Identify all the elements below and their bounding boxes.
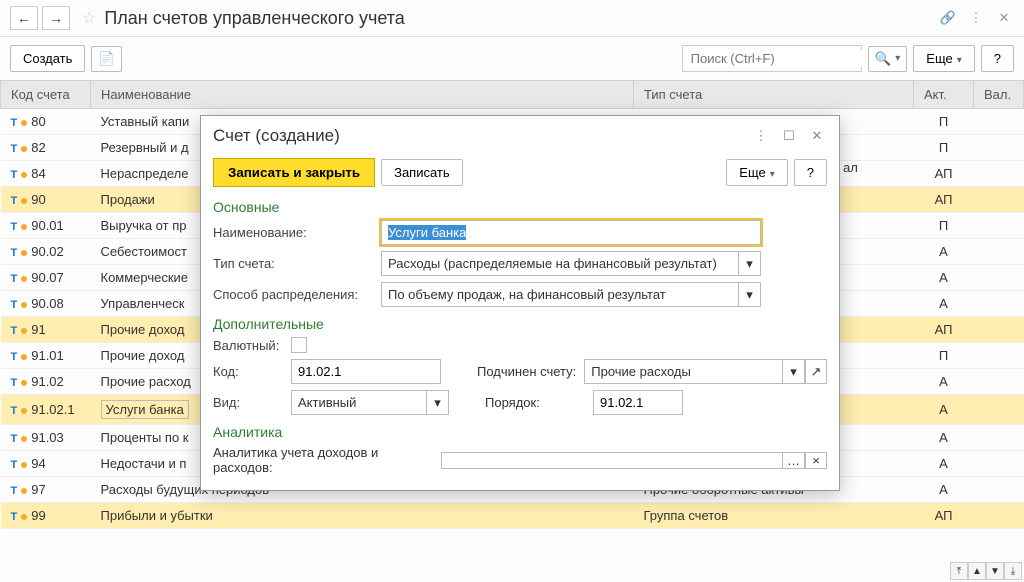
analytics-clear-icon[interactable]: ×: [805, 452, 827, 469]
name-field[interactable]: Услуги банка: [381, 220, 761, 245]
dialog-more-button[interactable]: Еще: [726, 159, 787, 186]
section-main: Основные: [201, 193, 839, 217]
label-analytics: Аналитика учета доходов и расходов:: [213, 445, 433, 475]
kebab-menu-icon[interactable]: ⋮: [966, 8, 986, 28]
col-val[interactable]: Вал.: [974, 81, 1024, 109]
col-type[interactable]: Тип счета: [634, 81, 914, 109]
scroll-top-icon[interactable]: ⤒: [950, 562, 968, 580]
label-currency: Валютный:: [213, 338, 283, 353]
label-name: Наименование:: [213, 225, 373, 240]
kind-dropdown-icon[interactable]: ▾: [427, 390, 449, 415]
col-code[interactable]: Код счета: [1, 81, 91, 109]
save-close-button[interactable]: Записать и закрыть: [213, 158, 375, 187]
order-field[interactable]: [593, 390, 683, 415]
parent-dropdown-icon[interactable]: ▾: [783, 359, 805, 384]
create-button[interactable]: Создать: [10, 45, 85, 72]
dialog-kebab-icon[interactable]: ⋮: [751, 126, 771, 146]
dialog-maximize-icon[interactable]: ☐: [779, 126, 799, 146]
nav-forward-button[interactable]: →: [42, 6, 70, 30]
more-button[interactable]: Еще: [913, 45, 974, 72]
page-title: План счетов управленческого учета: [104, 8, 930, 29]
dialog-close-icon[interactable]: ✕: [807, 126, 827, 146]
scroll-down-icon[interactable]: ▼: [986, 562, 1004, 580]
save-button[interactable]: Записать: [381, 159, 463, 186]
col-akt[interactable]: Акт.: [914, 81, 974, 109]
label-type: Тип счета:: [213, 256, 373, 271]
close-icon[interactable]: ✕: [994, 8, 1014, 28]
account-dialog: Счет (создание) ⋮ ☐ ✕ Записать и закрыть…: [200, 115, 840, 491]
dialog-help-button[interactable]: ?: [794, 159, 827, 186]
type-select[interactable]: Расходы (распределяемые на финансовый ре…: [381, 251, 739, 276]
type-dropdown-icon[interactable]: ▾: [739, 251, 761, 276]
kind-select[interactable]: Активный: [291, 390, 427, 415]
parent-select[interactable]: Прочие расходы: [584, 359, 783, 384]
section-extra: Дополнительные: [201, 310, 839, 334]
search-options-button[interactable]: 🔍: [868, 46, 908, 72]
section-analytics: Аналитика: [201, 418, 839, 442]
main-toolbar: Создать 📄 × 🔍 Еще ?: [0, 37, 1024, 80]
code-field[interactable]: [291, 359, 441, 384]
truncated-text: ал: [843, 160, 858, 175]
favorite-icon[interactable]: ☆: [82, 8, 96, 28]
method-select[interactable]: По объему продаж, на финансовый результа…: [381, 282, 739, 307]
label-order: Порядок:: [485, 395, 585, 410]
search-input[interactable]: [689, 50, 869, 67]
parent-open-icon[interactable]: ↗: [805, 359, 827, 384]
label-kind: Вид:: [213, 395, 283, 410]
scroll-controls: ⤒ ▲ ▼ ⤓: [950, 562, 1022, 580]
label-code: Код:: [213, 364, 283, 379]
page-header: ← → ☆ План счетов управленческого учета …: [0, 0, 1024, 37]
col-name[interactable]: Наименование: [91, 81, 634, 109]
help-button[interactable]: ?: [981, 45, 1014, 72]
method-dropdown-icon[interactable]: ▾: [739, 282, 761, 307]
scroll-up-icon[interactable]: ▲: [968, 562, 986, 580]
label-parent: Подчинен счету:: [477, 364, 576, 379]
copy-button[interactable]: 📄: [91, 46, 122, 72]
scroll-bottom-icon[interactable]: ⤓: [1004, 562, 1022, 580]
link-icon[interactable]: 🔗: [938, 8, 958, 28]
search-box[interactable]: ×: [682, 45, 862, 72]
analytics-field[interactable]: [441, 452, 783, 469]
nav-back-button[interactable]: ←: [10, 6, 38, 30]
label-method: Способ распределения:: [213, 287, 373, 302]
table-row[interactable]: T99Прибыли и убыткиГруппа счетовАП: [1, 503, 1024, 529]
currency-checkbox[interactable]: [291, 337, 307, 353]
dialog-title: Счет (создание): [213, 126, 743, 146]
analytics-ellipsis-icon[interactable]: …: [783, 452, 805, 469]
